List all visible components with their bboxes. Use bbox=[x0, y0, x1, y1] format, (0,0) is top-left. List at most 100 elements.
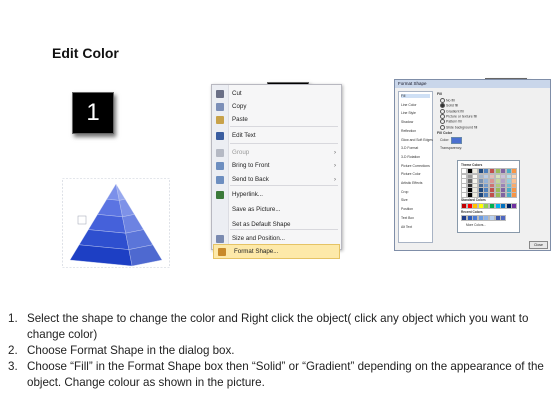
recent-color-swatch[interactable] bbox=[500, 215, 507, 221]
instruction-step: 2. Choose Format Shape in the dialog box. bbox=[8, 343, 556, 359]
menu-item-label: Send to Back bbox=[232, 176, 269, 183]
color-dropdown-button[interactable] bbox=[451, 137, 462, 144]
color-label: Color: bbox=[440, 138, 450, 142]
category-glow-and-soft-edges[interactable]: Glow and Soft Edges bbox=[401, 138, 433, 142]
edit-text-icon bbox=[216, 131, 224, 140]
menu-item-paste[interactable]: Paste bbox=[212, 113, 341, 126]
chevron-right-icon: › bbox=[334, 162, 336, 169]
transparency-label: Transparency: bbox=[440, 146, 463, 150]
category-3-d-format[interactable]: 3-D Format bbox=[401, 146, 418, 150]
fill-option-label: Pattern fill bbox=[446, 119, 462, 124]
instruction-step: 3. Choose “Fill” in the Format Shape box … bbox=[8, 359, 556, 391]
menu-item-group[interactable]: Group › bbox=[212, 146, 341, 159]
menu-item-label: Save as Picture... bbox=[232, 206, 281, 213]
category-alt-text[interactable]: Alt Text bbox=[401, 225, 412, 229]
fill-option-gradient-fill[interactable]: Gradient fill bbox=[440, 108, 464, 114]
page-title: Edit Color bbox=[52, 45, 119, 61]
menu-item-label: Bring to Front bbox=[232, 162, 270, 169]
hyperlink-icon bbox=[216, 190, 224, 199]
fill-option-label: Solid fill bbox=[446, 103, 459, 108]
menu-item-label: Paste bbox=[232, 116, 248, 123]
menu-item-label: Hyperlink... bbox=[232, 191, 263, 198]
menu-item-format-shape[interactable]: Format Shape... bbox=[213, 244, 340, 259]
fill-option-label: No fill bbox=[446, 98, 455, 103]
category-fill[interactable]: Fill bbox=[401, 94, 430, 98]
scissors-icon bbox=[216, 89, 224, 98]
menu-item-save-as-picture[interactable]: Save as Picture... bbox=[212, 203, 341, 216]
menu-separator bbox=[230, 143, 338, 144]
standard-colors-label: Standard Colors bbox=[461, 198, 486, 202]
instruction-step: 1. Select the shape to change the color a… bbox=[8, 311, 556, 343]
menu-item-label: Copy bbox=[232, 103, 247, 110]
step-number: 2. bbox=[8, 344, 18, 357]
standard-color-swatch[interactable] bbox=[511, 203, 518, 209]
fill-heading: Fill bbox=[437, 92, 443, 96]
close-button[interactable]: Close bbox=[529, 241, 548, 249]
radio-icon bbox=[440, 103, 445, 109]
radio-icon bbox=[440, 119, 445, 125]
category-picture-corrections[interactable]: Picture Corrections bbox=[401, 164, 430, 168]
category-line-style[interactable]: Line Style bbox=[401, 111, 416, 115]
radio-icon bbox=[440, 124, 445, 130]
category-3-d-rotation[interactable]: 3-D Rotation bbox=[401, 155, 420, 159]
menu-item-edit-text[interactable]: Edit Text bbox=[212, 129, 341, 142]
chevron-right-icon: › bbox=[334, 149, 336, 156]
fill-option-picture-or-texture-fill[interactable]: Picture or texture fill bbox=[440, 113, 477, 119]
bring-to-front-icon bbox=[216, 161, 224, 170]
menu-item-label: Group bbox=[232, 149, 250, 156]
category-text-box[interactable]: Text Box bbox=[401, 216, 414, 220]
category-list: Fill Line Color Line Style Shadow Reflection… bbox=[398, 91, 433, 243]
category-size[interactable]: Size bbox=[401, 198, 408, 202]
fill-option-slide-background-fill[interactable]: Slide background fill bbox=[440, 124, 478, 130]
fill-option-label: Gradient fill bbox=[446, 109, 464, 114]
menu-item-label: Cut bbox=[232, 90, 242, 97]
menu-item-copy[interactable]: Copy bbox=[212, 100, 341, 113]
menu-item-label: Size and Position... bbox=[232, 235, 285, 242]
category-position[interactable]: Position bbox=[401, 207, 413, 211]
menu-item-label: Set as Default Shape bbox=[232, 221, 291, 228]
context-menu: Cut Copy Paste Edit Text Group › Bring to Fron… bbox=[211, 84, 342, 259]
menu-item-cut[interactable]: Cut bbox=[212, 87, 341, 100]
more-colors-link[interactable]: More Colors... bbox=[466, 223, 486, 227]
menu-item-label: Edit Text bbox=[232, 132, 256, 139]
menu-item-bring-to-front[interactable]: Bring to Front › bbox=[212, 159, 341, 172]
step-text: Select the shape to change the color and… bbox=[27, 312, 529, 341]
step-badge-1: 1 bbox=[72, 92, 114, 134]
format-shape-icon bbox=[218, 247, 226, 256]
radio-icon bbox=[440, 113, 445, 119]
theme-colors-label: Theme Colors bbox=[461, 163, 483, 167]
fill-option-solid-fill[interactable]: Solid fill bbox=[440, 103, 459, 109]
instructions-list: 1. Select the shape to change the color a… bbox=[8, 311, 556, 391]
menu-separator bbox=[230, 126, 338, 127]
category-shadow[interactable]: Shadow bbox=[401, 120, 413, 124]
step-number: 1. bbox=[8, 312, 18, 325]
fill-color-heading: Fill Color bbox=[437, 131, 453, 135]
pyramid-shape[interactable] bbox=[62, 178, 170, 268]
dialog-title: Format Shape bbox=[395, 80, 550, 88]
menu-item-hyperlink[interactable]: Hyperlink... bbox=[212, 188, 341, 201]
fill-option-no-fill[interactable]: No fill bbox=[440, 98, 455, 103]
color-palette: Theme Colors Standard Colors Recent Colo… bbox=[457, 160, 520, 233]
clipboard-icon bbox=[216, 115, 224, 124]
size-position-icon bbox=[216, 234, 224, 243]
category-reflection[interactable]: Reflection bbox=[401, 129, 416, 133]
recent-colors-label: Recent Colors bbox=[461, 210, 483, 214]
fill-option-pattern-fill[interactable]: Pattern fill bbox=[440, 119, 462, 125]
chevron-right-icon: › bbox=[334, 176, 336, 183]
radio-icon bbox=[440, 108, 445, 114]
step-number: 3. bbox=[8, 360, 18, 373]
send-to-back-icon bbox=[216, 175, 224, 184]
category-picture-color[interactable]: Picture Color bbox=[401, 172, 421, 176]
radio-icon bbox=[440, 98, 445, 103]
fill-option-label: Slide background fill bbox=[446, 124, 478, 129]
category-artistic-effects[interactable]: Artistic Effects bbox=[401, 181, 422, 185]
step-text: Choose “Fill” in the Format Shape box th… bbox=[27, 360, 544, 389]
group-icon bbox=[216, 148, 224, 157]
copy-icon bbox=[216, 102, 224, 111]
menu-separator bbox=[230, 229, 338, 230]
pyramid-layer-front bbox=[97, 198, 123, 218]
step-text: Choose Format Shape in the dialog box. bbox=[27, 344, 235, 357]
theme-color-shade-swatch[interactable] bbox=[511, 191, 518, 198]
category-crop[interactable]: Crop bbox=[401, 190, 408, 194]
category-line-color[interactable]: Line Color bbox=[401, 103, 416, 107]
